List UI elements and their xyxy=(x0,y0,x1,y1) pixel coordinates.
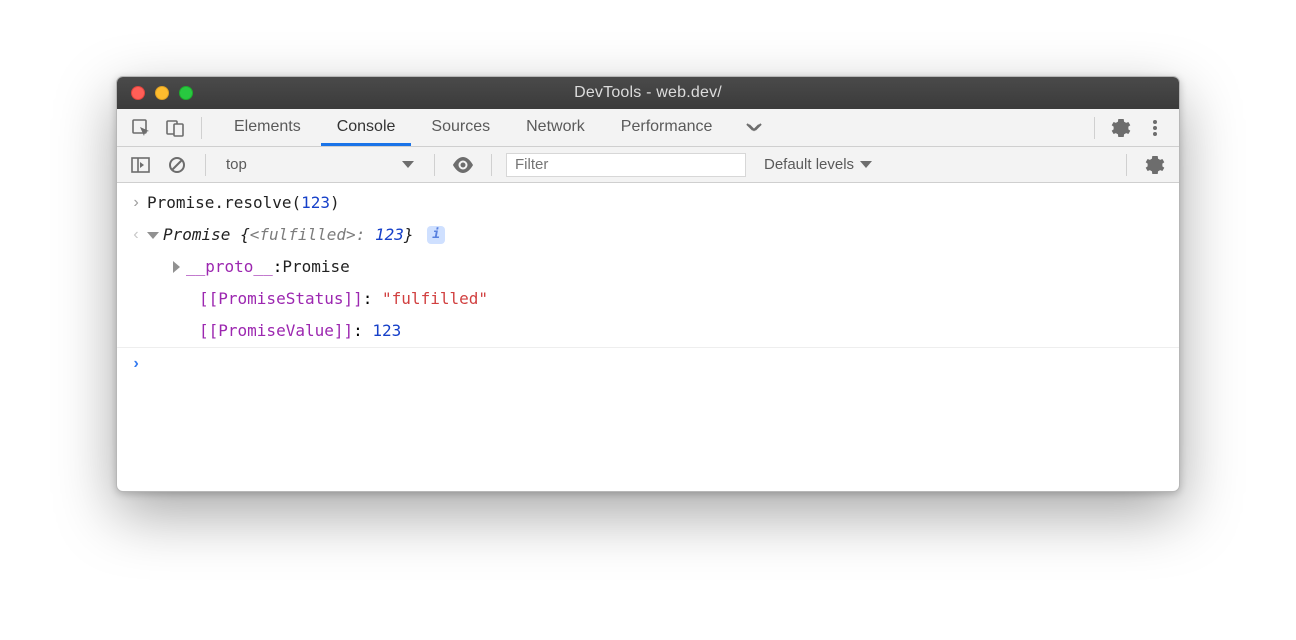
proto-value: Promise xyxy=(282,253,349,281)
expand-toggle-icon[interactable] xyxy=(147,232,159,239)
filter-input[interactable] xyxy=(506,153,746,177)
prompt-chevron-icon: › xyxy=(125,350,147,378)
devtools-window: DevTools - web.dev/ Elements Console Sou… xyxy=(116,76,1180,492)
titlebar: DevTools - web.dev/ xyxy=(117,77,1179,109)
status-key: [[PromiseStatus]] xyxy=(199,289,363,308)
expr-suffix: ) xyxy=(330,193,340,212)
input-chevron-icon: › xyxy=(125,189,147,217)
promise-value-row[interactable]: [[PromiseValue]]: 123 xyxy=(117,315,1179,348)
separator xyxy=(434,154,435,176)
dropdown-caret-icon xyxy=(402,161,414,168)
result-value: 123 xyxy=(375,225,404,244)
panel-tabs: Elements Console Sources Network Perform… xyxy=(218,110,768,146)
result-type: Promise xyxy=(163,225,230,244)
traffic-lights xyxy=(117,86,193,100)
console-input-expression: Promise.resolve(123) xyxy=(147,189,1171,217)
tab-network[interactable]: Network xyxy=(510,110,601,146)
proto-row[interactable]: __proto__: Promise xyxy=(117,251,1179,283)
console-body: › Promise.resolve(123) ‹ Promise {<fulfi… xyxy=(117,183,1179,384)
info-badge-icon[interactable]: i xyxy=(427,226,445,244)
separator xyxy=(491,154,492,176)
separator xyxy=(205,154,206,176)
proto-key: __proto__ xyxy=(186,253,273,281)
context-label: top xyxy=(226,156,247,173)
tab-console[interactable]: Console xyxy=(321,110,412,146)
main-tabbar: Elements Console Sources Network Perform… xyxy=(117,109,1179,147)
context-selector[interactable]: top xyxy=(220,154,420,175)
inspect-element-icon[interactable] xyxy=(127,114,155,142)
kebab-menu-icon[interactable] xyxy=(1141,114,1169,142)
separator xyxy=(1126,154,1127,176)
toggle-sidebar-icon[interactable] xyxy=(127,151,155,179)
console-input-row[interactable]: › Promise.resolve(123) xyxy=(117,187,1179,219)
zoom-window-button[interactable] xyxy=(179,86,193,100)
window-title: DevTools - web.dev/ xyxy=(117,84,1179,102)
tab-sources[interactable]: Sources xyxy=(415,110,506,146)
console-settings-gear-icon[interactable] xyxy=(1141,151,1169,179)
live-expression-eye-icon[interactable] xyxy=(449,151,477,179)
more-tabs-icon[interactable] xyxy=(740,114,768,142)
console-output-row[interactable]: ‹ Promise {<fulfilled>: 123} i xyxy=(117,219,1179,251)
separator xyxy=(201,117,202,139)
expr-prefix: Promise.resolve( xyxy=(147,193,301,212)
expand-toggle-icon[interactable] xyxy=(173,261,180,273)
settings-gear-icon[interactable] xyxy=(1107,114,1135,142)
minimize-window-button[interactable] xyxy=(155,86,169,100)
value-key: [[PromiseValue]] xyxy=(199,321,353,340)
console-toolbar: top Default levels xyxy=(117,147,1179,183)
close-window-button[interactable] xyxy=(131,86,145,100)
tab-elements[interactable]: Elements xyxy=(218,110,317,146)
console-prompt-row[interactable]: › xyxy=(117,348,1179,380)
tab-performance[interactable]: Performance xyxy=(605,110,729,146)
result-state: <fulfilled> xyxy=(250,225,356,244)
device-toolbar-icon[interactable] xyxy=(161,114,189,142)
clear-console-icon[interactable] xyxy=(163,151,191,179)
dropdown-caret-icon xyxy=(860,161,872,168)
output-chevron-icon: ‹ xyxy=(125,221,147,249)
promise-status-row[interactable]: [[PromiseStatus]]: "fulfilled" xyxy=(117,283,1179,315)
log-levels-label: Default levels xyxy=(764,156,854,173)
expr-arg: 123 xyxy=(301,193,330,212)
status-value: "fulfilled" xyxy=(382,289,488,308)
log-levels-selector[interactable]: Default levels xyxy=(764,156,872,173)
separator xyxy=(1094,117,1095,139)
result-summary: Promise {<fulfilled>: 123} i xyxy=(163,221,1171,249)
value-value: 123 xyxy=(372,321,401,340)
